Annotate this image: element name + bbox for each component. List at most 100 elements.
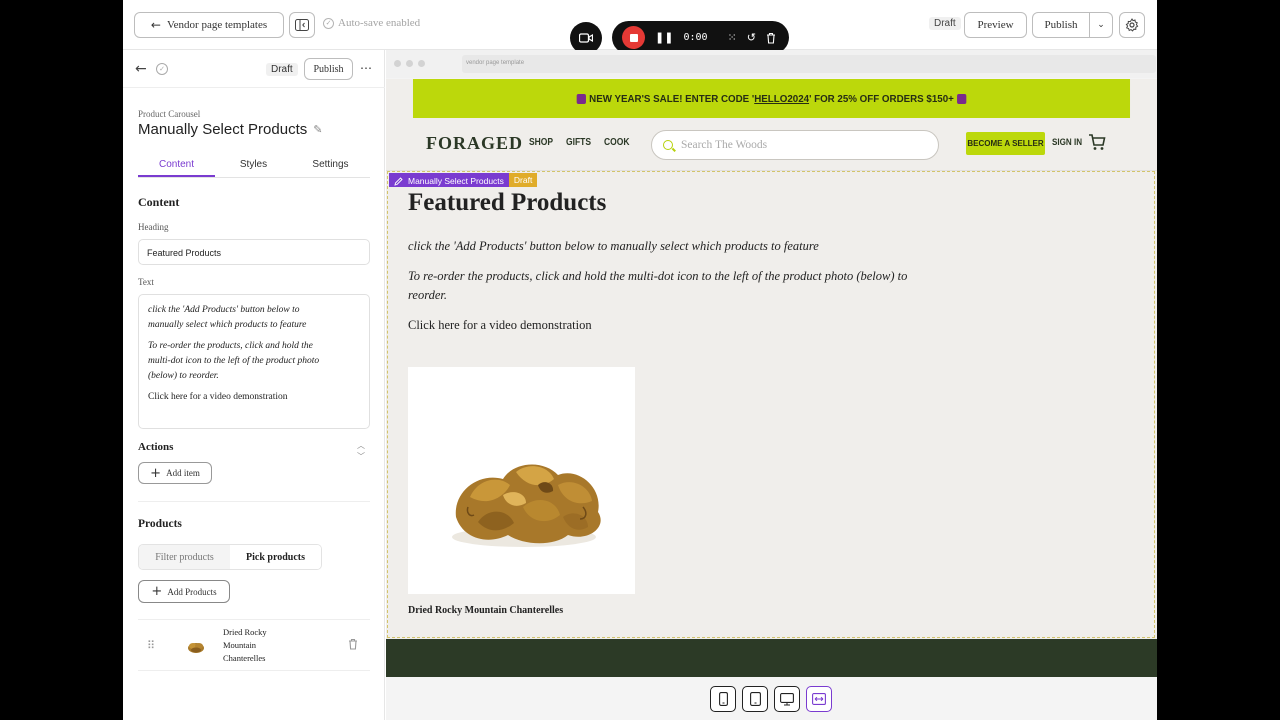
promo-code: HELLO2024 <box>754 92 810 105</box>
stop-recording-button[interactable] <box>622 26 645 49</box>
toggle-sidebar-button[interactable] <box>289 12 315 38</box>
product-image <box>452 464 601 547</box>
sign-in-link[interactable]: SIGN IN <box>1052 137 1082 148</box>
add-products-label: Add Products <box>167 586 217 597</box>
nav-link-cook[interactable]: COOK <box>604 137 630 148</box>
add-products-button[interactable]: + Add Products <box>138 580 230 603</box>
publish-button[interactable]: Publish <box>1032 12 1090 38</box>
tablet-icon <box>749 692 761 706</box>
browser-bar: vendor page template <box>386 50 1157 78</box>
add-item-button[interactable]: + Add item <box>138 462 212 484</box>
device-switcher <box>710 686 832 712</box>
text-paragraph: Click here for a video demonstration <box>148 392 288 402</box>
tab-content[interactable]: Content <box>138 157 215 177</box>
product-list-item-name: Dried Rocky Mountain Chanterelles <box>223 627 267 663</box>
tablet-view-button[interactable] <box>742 686 768 712</box>
edit-pencil-icon[interactable]: ✎ <box>313 123 322 136</box>
url-bar: vendor page template <box>462 55 1156 73</box>
cart-icon[interactable] <box>1088 133 1106 151</box>
search-placeholder: Search The Woods <box>681 139 768 151</box>
tab-styles[interactable]: Styles <box>215 157 292 177</box>
status-badge: Draft <box>929 17 961 30</box>
divider <box>138 501 370 502</box>
drag-handle-icon[interactable]: ⠿ <box>147 639 155 652</box>
become-seller-button[interactable]: BECOME A SELLER <box>966 132 1045 155</box>
window-dot <box>406 60 413 67</box>
search-icon <box>663 140 673 150</box>
trash-icon[interactable] <box>766 32 776 44</box>
collapse-icon[interactable]: ︿ ﹀ <box>357 440 365 462</box>
site-search-input[interactable]: Search The Woods <box>651 130 939 160</box>
stop-icon <box>629 33 638 42</box>
selection-name: Manually Select Products <box>389 173 509 187</box>
phone-icon <box>718 692 728 706</box>
sidebar-header: ← ✓ Draft Publish ⋯ <box>123 50 385 88</box>
actions-section-heading: Actions <box>138 441 174 453</box>
add-item-label: Add item <box>166 468 200 478</box>
content-section-heading: Content <box>138 195 180 209</box>
desktop-view-button[interactable] <box>774 686 800 712</box>
product-thumbnail <box>188 643 204 653</box>
nav-link-shop[interactable]: SHOP <box>529 137 553 148</box>
component-title-text: Manually Select Products <box>138 121 308 138</box>
component-title: Manually Select Products ✎ <box>138 121 322 138</box>
autosave-label: Auto-save enabled <box>338 17 421 29</box>
check-circle-icon: ✓ <box>323 17 334 29</box>
product-caption[interactable]: Dried Rocky Mountain Chanterelles <box>408 605 563 616</box>
settings-button[interactable] <box>1119 12 1145 38</box>
expand-width-icon <box>812 693 826 705</box>
selection-name-text: Manually Select Products <box>408 176 504 186</box>
video-camera-icon <box>579 33 593 43</box>
site-preview: NEW YEAR'S SALE! ENTER CODE ' HELLO2024 ' … <box>386 79 1157 677</box>
arrow-left-icon[interactable]: ← <box>135 61 147 77</box>
tab-settings[interactable]: Settings <box>292 157 369 177</box>
plus-icon: + <box>151 584 163 599</box>
product-list-item[interactable]: ⠿ Dried Rocky Mountain Chanterelles <box>138 619 370 671</box>
sparkle-icon <box>956 93 966 104</box>
site-logo[interactable]: FORAGED <box>426 133 523 154</box>
back-button-label: Vendor page templates <box>166 19 268 31</box>
product-card[interactable] <box>408 367 635 594</box>
grid-dots-icon[interactable]: ⁙ <box>728 31 737 44</box>
preview-button[interactable]: Preview <box>964 12 1027 38</box>
mobile-view-button[interactable] <box>710 686 736 712</box>
window-dot <box>418 60 425 67</box>
back-to-templates-button[interactable]: ← Vendor page templates <box>134 12 284 38</box>
status-badge: Draft <box>266 63 298 76</box>
product-mode-toggle: Filter products Pick products <box>138 544 322 570</box>
featured-paragraph: To re-order the products, click and hold… <box>408 269 908 302</box>
publish-button[interactable]: Publish <box>304 58 353 80</box>
nav-link-gifts[interactable]: GIFTS <box>566 137 591 148</box>
pencil-icon <box>394 176 403 186</box>
page-preview: vendor page template NEW YEAR'S SALE! EN… <box>386 50 1157 720</box>
video-demo-link[interactable]: Click here for a video demonstration <box>408 316 908 335</box>
pause-icon[interactable]: ❚❚ <box>655 31 673 44</box>
text-editor[interactable]: click the 'Add Products' button below to… <box>138 294 370 429</box>
products-section-heading: Products <box>138 518 182 530</box>
gear-icon <box>1125 18 1139 32</box>
publish-options-button[interactable]: ⌄ <box>1090 12 1113 38</box>
page-builder-app: ← Vendor page templates ✓ Auto-save enab… <box>123 0 1157 720</box>
heading-input[interactable]: Featured Products <box>138 239 370 265</box>
full-width-view-button[interactable] <box>806 686 832 712</box>
sparkle-icon <box>577 93 587 104</box>
text-paragraph: click the 'Add Products' button below to… <box>148 305 307 330</box>
trash-icon[interactable] <box>348 638 358 650</box>
restart-icon[interactable]: ↺ <box>747 31 756 44</box>
filter-products-option[interactable]: Filter products <box>139 545 230 569</box>
check-circle-icon: ✓ <box>156 63 168 75</box>
more-options-icon[interactable]: ⋯ <box>360 61 372 75</box>
heading-field-label: Heading <box>138 222 169 232</box>
featured-paragraph: click the 'Add Products' button below to… <box>408 239 819 253</box>
autosave-status: ✓ Auto-save enabled <box>323 17 420 29</box>
site-footer <box>386 639 1157 677</box>
promo-text-start: NEW YEAR'S SALE! ENTER CODE ' <box>589 92 755 105</box>
promo-banner: NEW YEAR'S SALE! ENTER CODE ' HELLO2024 ' … <box>412 79 1131 118</box>
arrow-left-icon: ← <box>150 18 161 32</box>
selected-section[interactable]: Manually Select Products Draft Featured … <box>387 171 1155 638</box>
sidebar-icon <box>295 19 309 31</box>
featured-heading: Featured Products <box>408 189 607 216</box>
pick-products-option[interactable]: Pick products <box>230 545 321 569</box>
promo-text-end: ' FOR 25% OFF ORDERS $150+ <box>809 92 954 105</box>
panel-tabs: Content Styles Settings <box>138 157 370 178</box>
